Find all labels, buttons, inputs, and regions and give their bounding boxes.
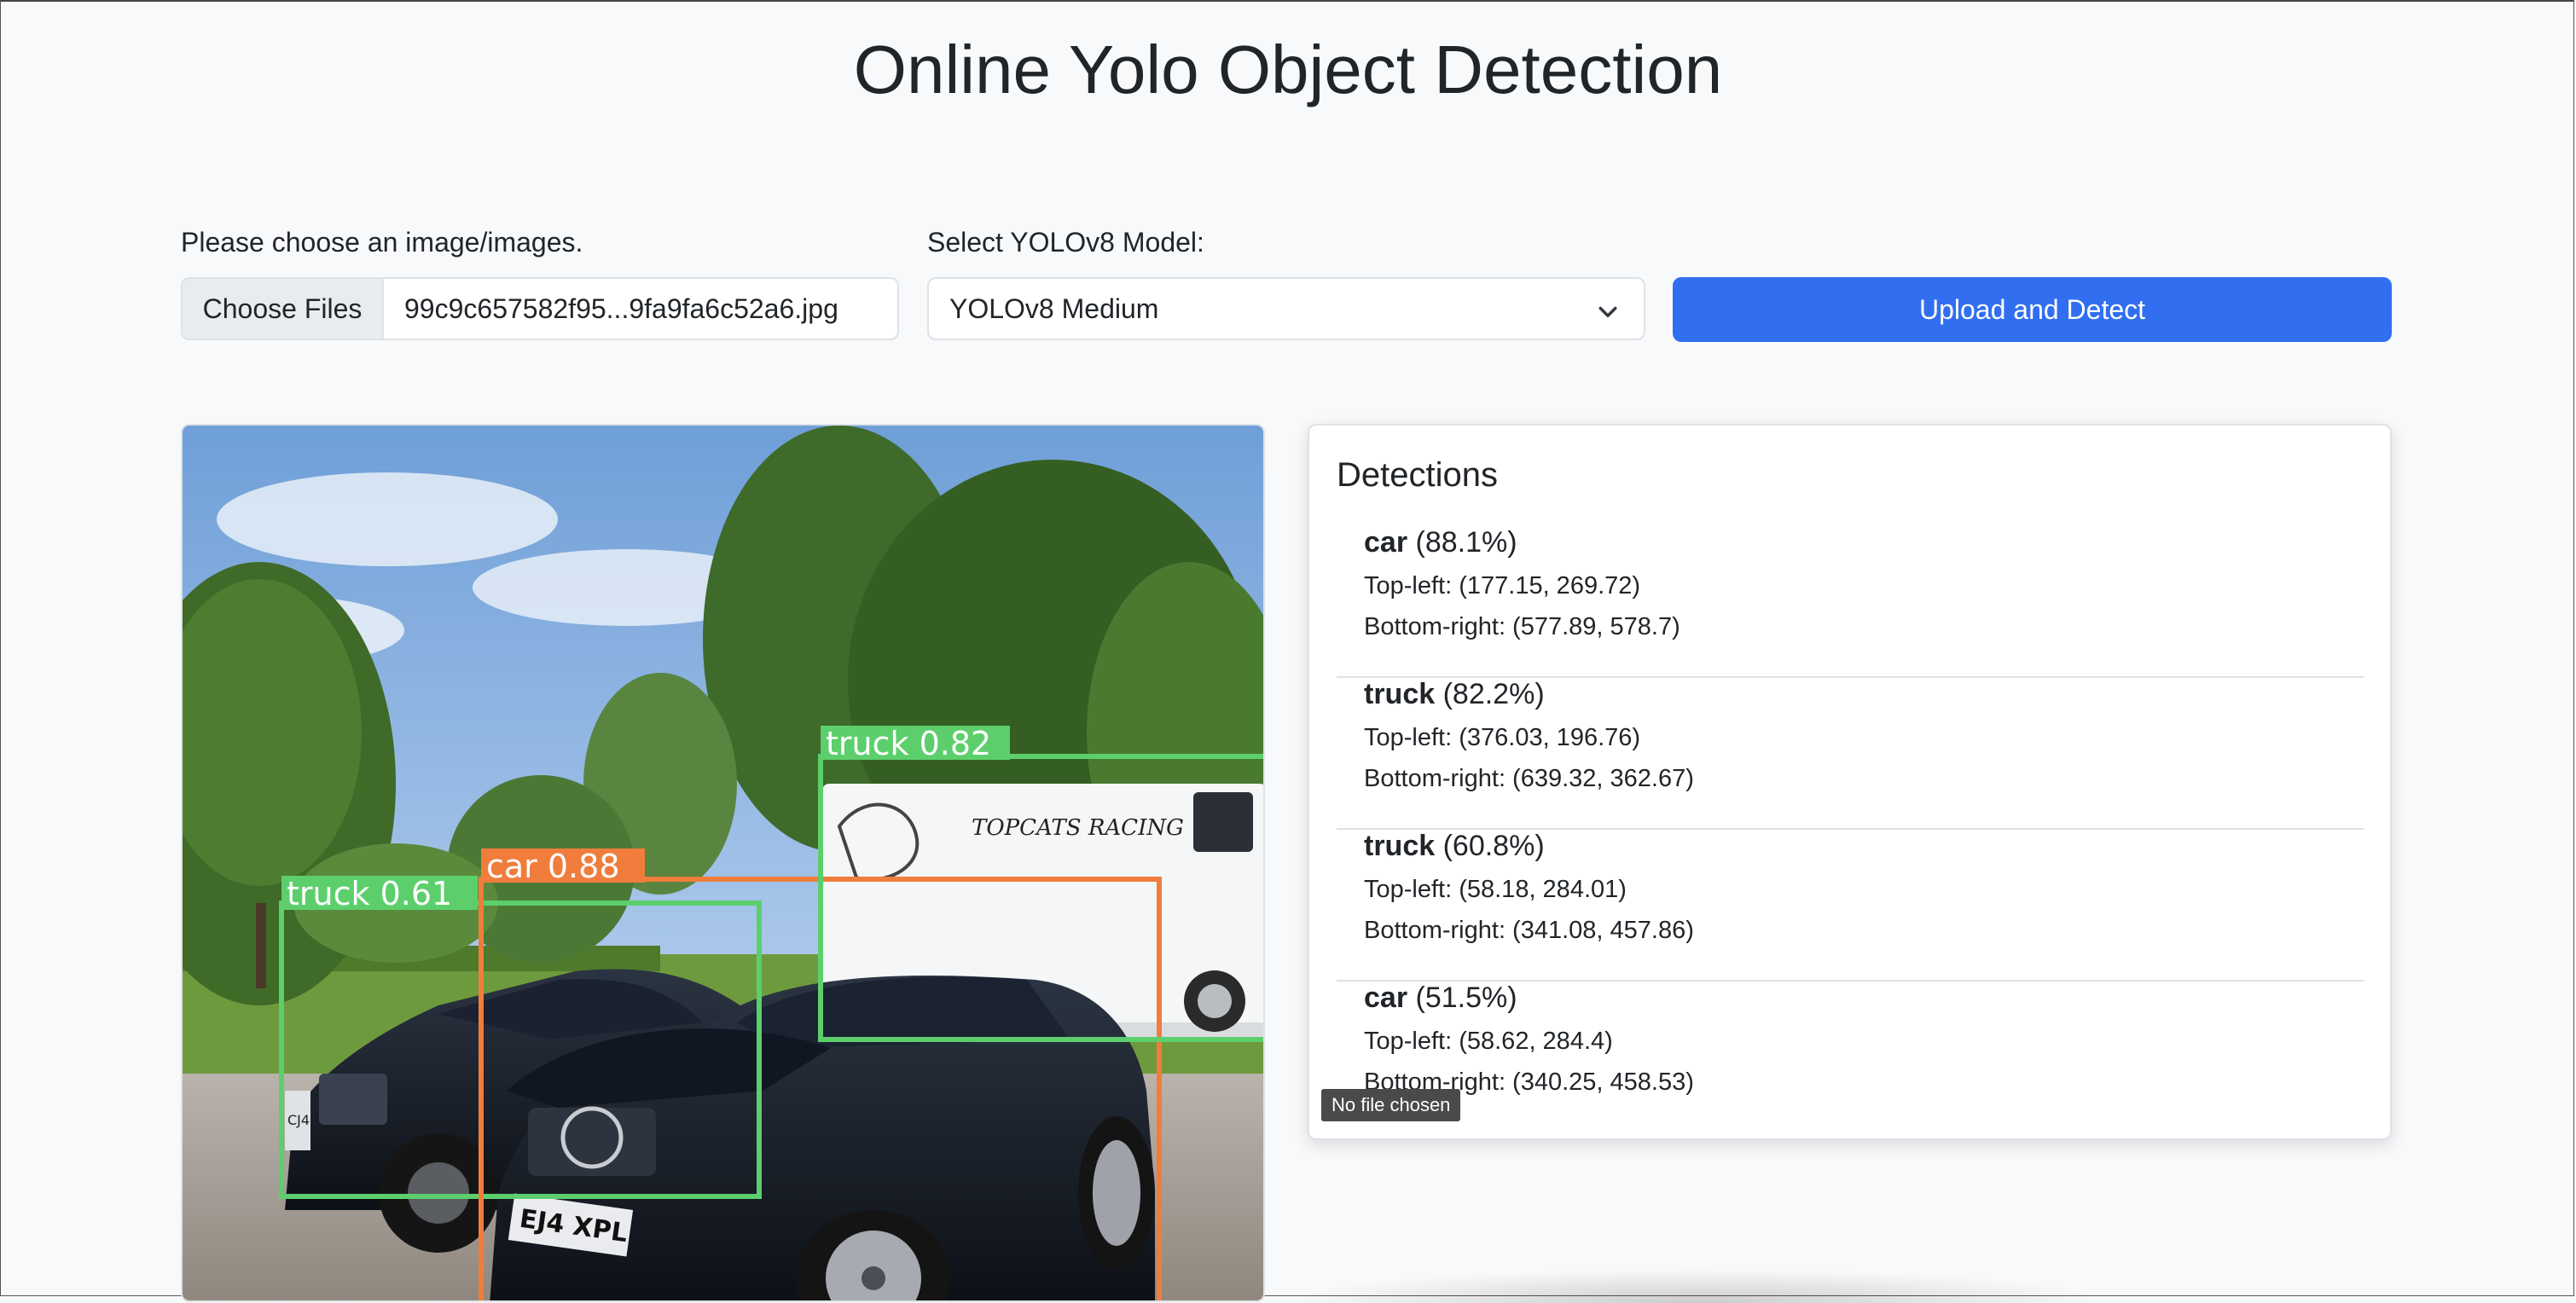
- model-select-value: YOLOv8 Medium: [949, 292, 1159, 324]
- bbox-label-car-088: car 0.88: [486, 848, 620, 885]
- detection-top-left: Top-left: (58.18, 284.01): [1364, 876, 1627, 903]
- chosen-file-name: 99c9c657582f95...9fa9fa6c52a6.jpg: [404, 292, 838, 324]
- detection-item: truck (60.8%) Top-left: (58.18, 284.01) …: [1337, 830, 2364, 982]
- file-input-tooltip: No file chosen: [1321, 1089, 1461, 1121]
- detection-confidence: (82.2%): [1442, 678, 1545, 710]
- detection-name: truck (82.2%): [1364, 678, 1545, 711]
- detection-class: car: [1364, 526, 1408, 559]
- detection-name: truck (60.8%): [1364, 830, 1545, 863]
- detection-confidence: (88.1%): [1415, 526, 1517, 559]
- detection-item: truck (82.2%) Top-left: (376.03, 196.76)…: [1337, 678, 2364, 830]
- detection-class: truck: [1364, 830, 1436, 862]
- detection-class: car: [1364, 982, 1408, 1014]
- detections-list: car (88.1%) Top-left: (177.15, 269.72) B…: [1337, 526, 2364, 1133]
- detection-top-left: Top-left: (376.03, 196.76): [1364, 724, 1641, 751]
- choose-files-button[interactable]: Choose Files: [183, 279, 384, 339]
- detection-bottom-right: Bottom-right: (341.08, 457.86): [1364, 917, 1694, 944]
- detection-top-left: Top-left: (177.15, 269.72): [1364, 572, 1641, 599]
- detections-title: Detections: [1337, 456, 1498, 494]
- upload-label: Please choose an image/images.: [181, 227, 583, 258]
- bbox-label-truck-082: truck 0.82: [826, 725, 991, 762]
- plate-small-text: CJ4: [287, 1112, 310, 1128]
- upload-detect-button[interactable]: Upload and Detect: [1673, 277, 2392, 342]
- detection-top-left: Top-left: (58.62, 284.4): [1364, 1028, 1613, 1055]
- detection-confidence: (51.5%): [1415, 982, 1517, 1014]
- file-input[interactable]: Choose Files 99c9c657582f95...9fa9fa6c52…: [181, 277, 899, 340]
- detection-class: truck: [1364, 678, 1436, 710]
- detection-item: car (51.5%) Top-left: (58.62, 284.4) Bot…: [1337, 982, 2364, 1133]
- detection-confidence: (60.8%): [1442, 830, 1545, 862]
- detection-bottom-right: Bottom-right: (577.89, 578.7): [1364, 613, 1680, 640]
- detection-name: car (88.1%): [1364, 526, 1517, 559]
- detection-name: car (51.5%): [1364, 982, 1517, 1015]
- model-select[interactable]: YOLOv8 Medium: [927, 277, 1645, 340]
- scroll-shadow: [1279, 1269, 2115, 1303]
- model-label: Select YOLOv8 Model:: [927, 227, 1204, 258]
- detection-result-image: TOPCATS RACING CJ4 EJ4 XPL truck 0.61 ca…: [181, 424, 1265, 1302]
- detections-panel: Detections car (88.1%) Top-left: (177.15…: [1308, 424, 2392, 1140]
- page-title: Online Yolo Object Detection: [853, 32, 1723, 107]
- chevron-down-icon: [1598, 306, 1617, 317]
- detection-item: car (88.1%) Top-left: (177.15, 269.72) B…: [1337, 526, 2364, 678]
- detection-bottom-right: Bottom-right: (639.32, 362.67): [1364, 765, 1694, 792]
- truck-sign-text: TOPCATS RACING: [972, 815, 1184, 841]
- bbox-label-truck-061: truck 0.61: [287, 875, 452, 912]
